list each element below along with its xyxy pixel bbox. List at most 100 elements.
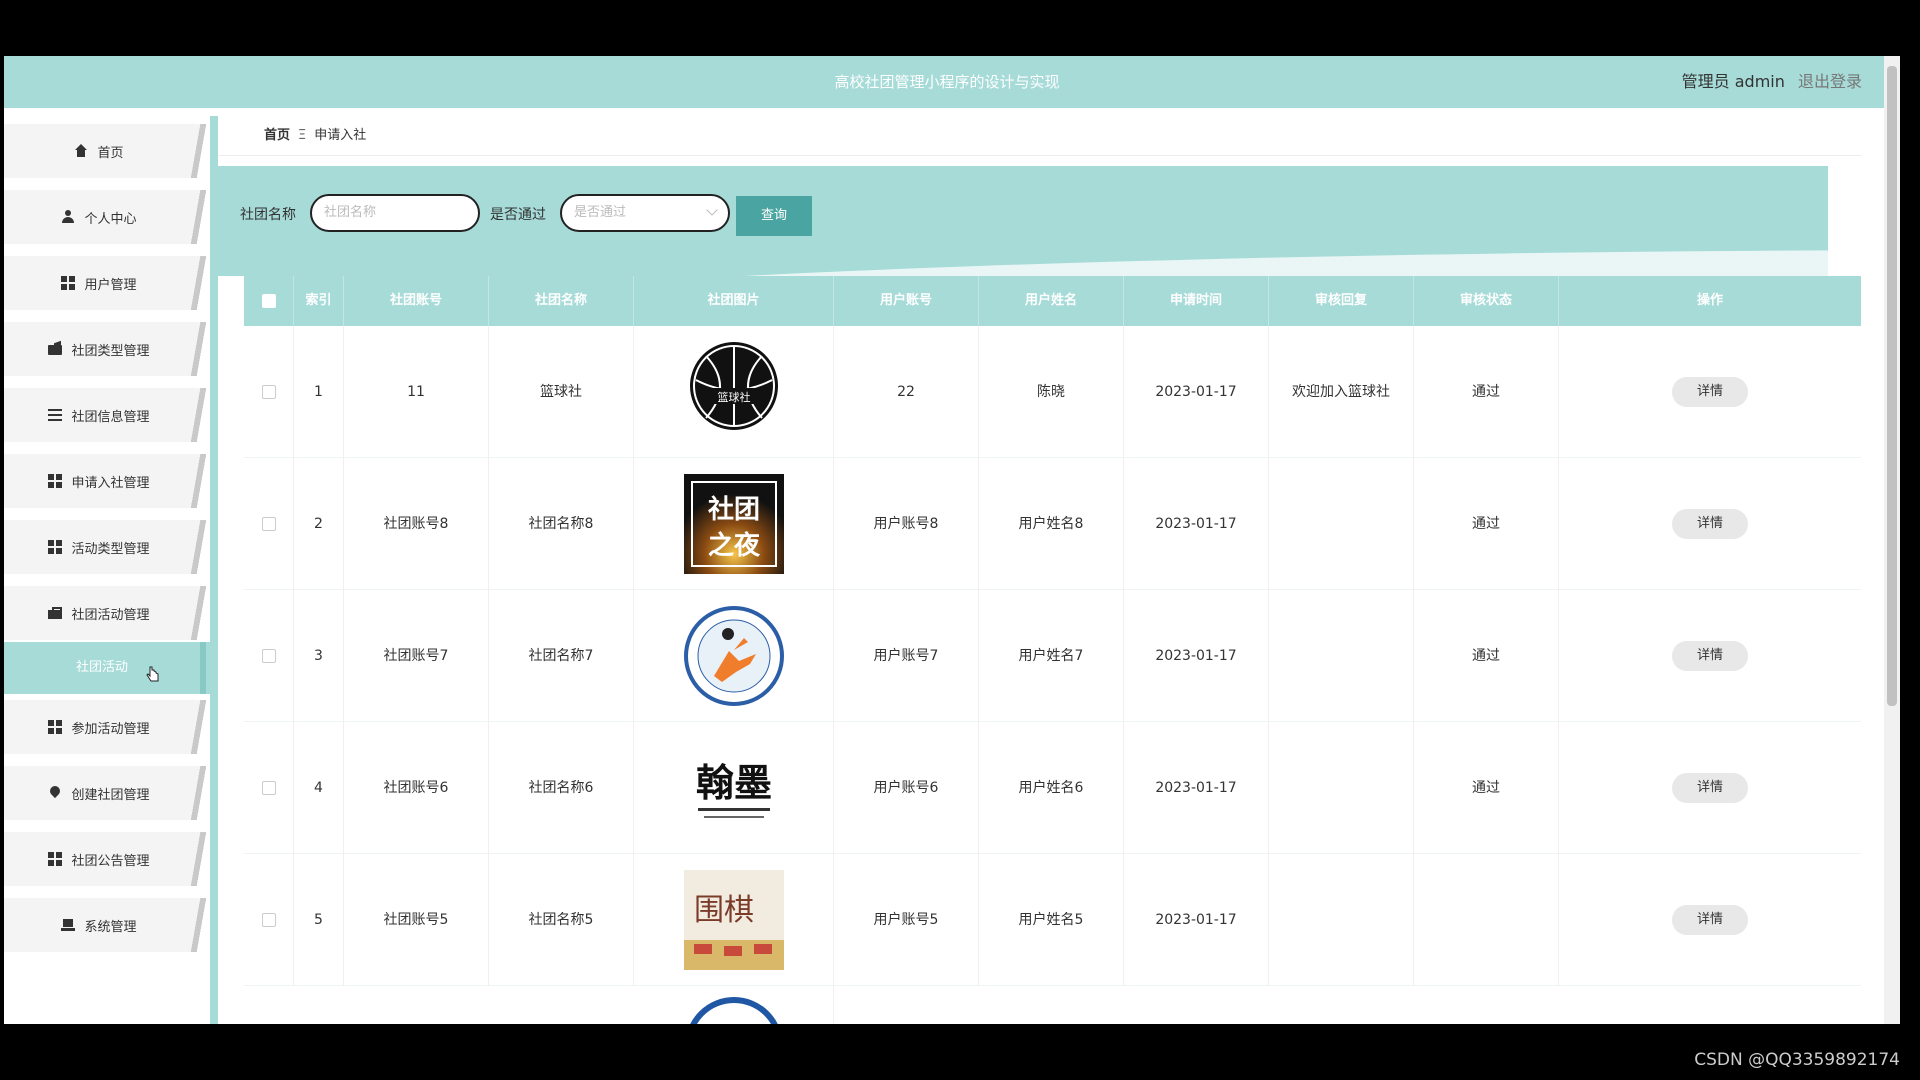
column-header: 操作: [1696, 293, 1723, 308]
sidebar-item-create-club-management[interactable]: 创建社团管理: [4, 766, 210, 820]
row-select-cell: [244, 590, 294, 722]
apply-time-cell: 2023-01-17: [1124, 722, 1269, 854]
status-cell: 通过: [1414, 326, 1559, 458]
sidebar-item-club-activity-management[interactable]: 社团活动管理: [4, 586, 210, 640]
row-checkbox[interactable]: [261, 913, 276, 927]
query-button[interactable]: 查询: [736, 196, 812, 236]
table-row: [244, 986, 1861, 1024]
pin-icon: [48, 786, 62, 800]
club-account-cell: 11: [344, 326, 489, 458]
page-scrollbar[interactable]: [1884, 56, 1900, 1024]
index-cell: 4: [294, 722, 344, 854]
detail-button[interactable]: 详情: [1672, 509, 1748, 539]
sidebar-item-label: 社团信息管理: [71, 409, 150, 425]
column-header: 社团图片: [634, 276, 834, 326]
row-checkbox[interactable]: [261, 649, 276, 663]
index-cell: 5: [294, 854, 344, 986]
sidebar-item-label: 活动类型管理: [71, 541, 150, 557]
sidebar-item-personal-center[interactable]: 个人中心: [4, 190, 210, 244]
row-checkbox[interactable]: [261, 385, 276, 399]
sidebar-item-label: 申请入社管理: [71, 475, 150, 491]
action-cell: 详情: [1559, 326, 1861, 458]
select-all-checkbox[interactable]: [261, 293, 276, 308]
club-image-cell: [634, 590, 834, 722]
action-cell: 详情: [1559, 590, 1861, 722]
user-account-cell: 用户账号8: [834, 458, 979, 590]
detail-button[interactable]: 详情: [1672, 377, 1748, 407]
select-all-header: [244, 276, 294, 326]
index-cell: 3: [294, 590, 344, 722]
breadcrumb: 首页 Ξ 申请入社: [218, 116, 1862, 156]
row-select-cell: [244, 854, 294, 986]
row-select-cell: [244, 458, 294, 590]
sidebar-item-user-management[interactable]: 用户管理: [4, 256, 210, 310]
home-icon: [74, 144, 88, 158]
logo-text: 翰墨: [696, 760, 772, 805]
table-row: 3 社团账号7 社团名称7 用户账号7 用户姓名7 2023-01-17 通过 …: [244, 590, 1861, 722]
club-night-poster: 社团 之夜: [684, 474, 784, 574]
apply-time-cell: 2023-01-17: [1124, 458, 1269, 590]
table-row: 5 社团账号5 社团名称5 围棋 用户账号5 用户姓名5 2023-01-17 …: [244, 854, 1861, 986]
row-checkbox[interactable]: [261, 517, 276, 531]
sidebar-item-label: 系统管理: [84, 919, 137, 935]
club-name-cell: 社团名称5: [489, 854, 634, 986]
poster-text-line1: 社团: [708, 494, 760, 525]
user-name-cell: 用户姓名5: [979, 854, 1124, 986]
list-icon: [48, 408, 63, 422]
breadcrumb-home[interactable]: 首页: [264, 128, 290, 143]
user-account-cell: 用户账号5: [834, 854, 979, 986]
action-cell: 详情: [1559, 854, 1861, 986]
reply-cell: [1269, 590, 1414, 722]
sidebar-item-home[interactable]: 首页: [4, 124, 210, 178]
sidebar-item-activity-type-management[interactable]: 活动类型管理: [4, 520, 210, 574]
sidebar-item-label: 社团公告管理: [71, 853, 150, 869]
chevron-down-icon: [706, 204, 718, 216]
briefcase-icon: [48, 606, 63, 620]
row-select-cell: [244, 326, 294, 458]
club-account-cell: 社团账号5: [344, 854, 489, 986]
club-account-cell: 社团账号8: [344, 458, 489, 590]
sidebar-item-club-type-management[interactable]: 社团类型管理: [4, 322, 210, 376]
user-area: 管理员 admin 退出登录: [1682, 56, 1862, 108]
club-name-cell: 篮球社: [489, 326, 634, 458]
calligraphy-club-logo: 翰墨: [684, 738, 784, 838]
sidebar-item-join-application-management[interactable]: 申请入社管理: [4, 454, 210, 508]
club-name-input[interactable]: 社团名称: [310, 194, 480, 232]
club-name-label: 社团名称: [240, 207, 296, 223]
laptop-icon: [61, 918, 76, 932]
sidebar-item-label: 首页: [97, 145, 124, 161]
sidebar-item-system-management[interactable]: 系统管理: [4, 898, 210, 952]
sidebar-item-club-info-management[interactable]: 社团信息管理: [4, 388, 210, 442]
sidebar-item-label: 创建社团管理: [71, 787, 150, 803]
user-account-cell: 22: [834, 326, 979, 458]
user-name-cell: 用户姓名6: [979, 722, 1124, 854]
sidebar-subitem-club-activity[interactable]: 社团活动: [4, 642, 210, 694]
app-window: 高校社团管理小程序的设计与实现 管理员 admin 退出登录 首页 个人中心 用…: [4, 56, 1890, 1024]
apply-time-cell: 2023-01-17: [1124, 590, 1269, 722]
club-image-cell: [634, 986, 834, 1024]
detail-button[interactable]: 详情: [1672, 905, 1748, 935]
sidebar-item-club-notice-management[interactable]: 社团公告管理: [4, 832, 210, 886]
detail-button[interactable]: 详情: [1672, 641, 1748, 671]
sidebar-item-join-activity-management[interactable]: 参加活动管理: [4, 700, 210, 754]
club-name-cell: 社团名称6: [489, 722, 634, 854]
column-header: 社团账号: [344, 276, 489, 326]
passed-select[interactable]: 是否通过: [560, 194, 730, 232]
row-checkbox[interactable]: [261, 781, 276, 795]
screen-frame: 高校社团管理小程序的设计与实现 管理员 admin 退出登录 首页 个人中心 用…: [0, 0, 1920, 1080]
basketball-club-logo: 篮球社: [690, 342, 778, 430]
scrollbar-thumb[interactable]: [1887, 66, 1897, 706]
sidebar-item-label: 用户管理: [84, 277, 137, 293]
detail-button[interactable]: 详情: [1672, 773, 1748, 803]
sidebar-subitem-label: 社团活动: [75, 660, 128, 675]
grid-icon: [61, 276, 76, 290]
status-cell: 通过: [1414, 722, 1559, 854]
row-select-cell: [244, 722, 294, 854]
wallet-icon: [48, 342, 63, 356]
logout-link[interactable]: 退出登录: [1798, 72, 1862, 91]
sidebar: 首页 个人中心 用户管理 社团类型管理 社团信息管理 申请入社管理 活动类型管理…: [4, 116, 210, 1024]
watermark: CSDN @QQ3359892174: [1694, 1050, 1900, 1070]
go-club-photo: 围棋: [684, 870, 784, 970]
user-name-cell: 用户姓名8: [979, 458, 1124, 590]
column-header: 索引: [294, 276, 344, 326]
